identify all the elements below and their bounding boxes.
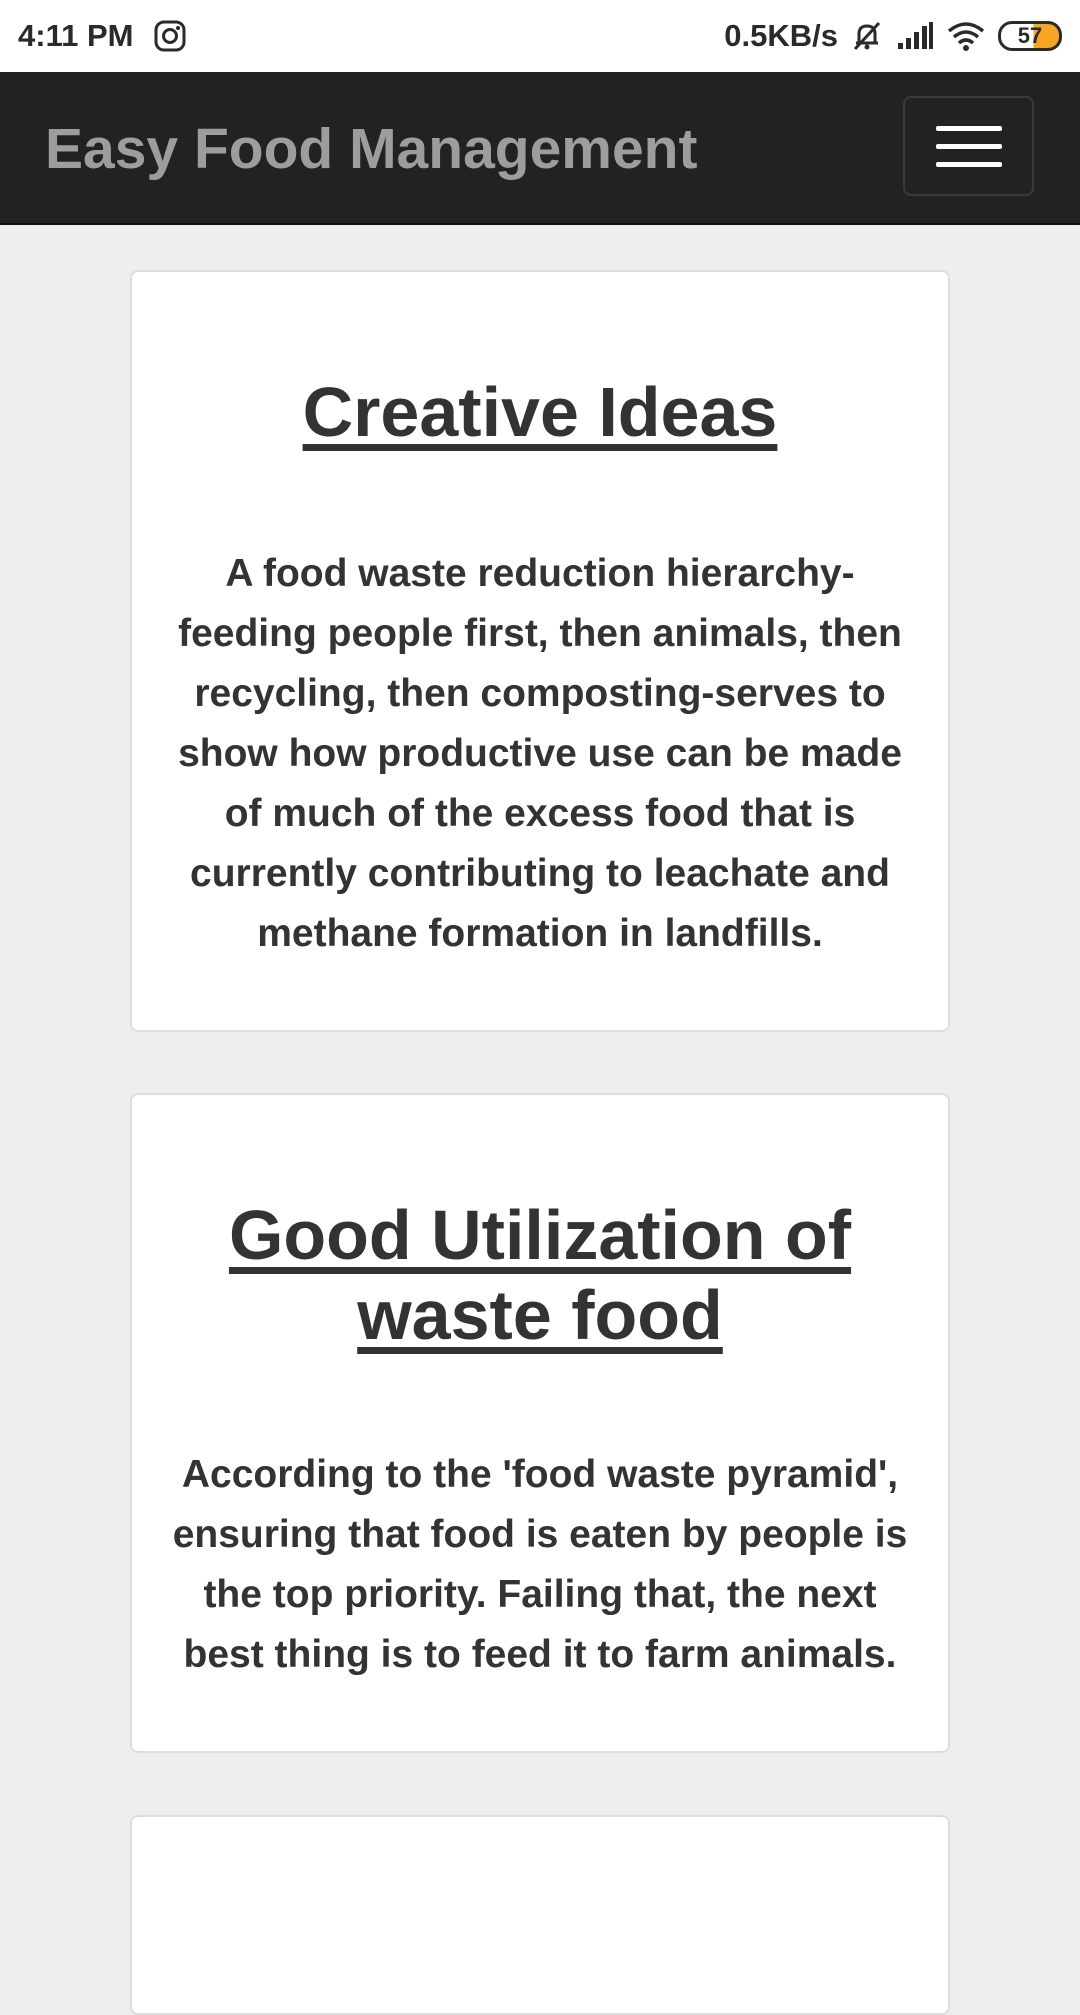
status-right: 0.5KB/s 57 (724, 18, 1062, 54)
card-body: According to the 'food waste pyramid', e… (172, 1453, 908, 1676)
hamburger-menu-icon (935, 143, 1002, 149)
card-title: Good Utilization of waste food (228, 1196, 852, 1354)
hamburger-menu-button[interactable] (903, 96, 1034, 196)
hamburger-menu-icon (935, 125, 1002, 131)
instagram-icon (153, 19, 187, 53)
status-left: 4:11 PM (18, 18, 187, 54)
signal-icon (896, 21, 934, 51)
card-body: A food waste reduction hierarchy- feedin… (178, 552, 902, 955)
battery-icon: 57 (998, 21, 1062, 51)
brand-title[interactable]: Easy Food Management (45, 116, 697, 182)
status-time: 4:11 PM (18, 18, 134, 53)
network-speed: 0.5KB/s (724, 18, 838, 53)
wifi-icon (946, 20, 986, 52)
hamburger-menu-icon (935, 161, 1002, 167)
card-title: Creative Ideas (302, 373, 778, 451)
muted-bell-icon (850, 19, 884, 53)
navbar: Easy Food Management (0, 72, 1080, 225)
card-creative-ideas: Creative Ideas A food waste reduction hi… (130, 270, 950, 1032)
card-partial (130, 1815, 950, 2015)
card-good-utilization: Good Utilization of waste food According… (130, 1093, 950, 1753)
battery-level: 57 (1017, 23, 1043, 48)
status-bar: 4:11 PM 0.5KB/s 57 (0, 0, 1080, 72)
